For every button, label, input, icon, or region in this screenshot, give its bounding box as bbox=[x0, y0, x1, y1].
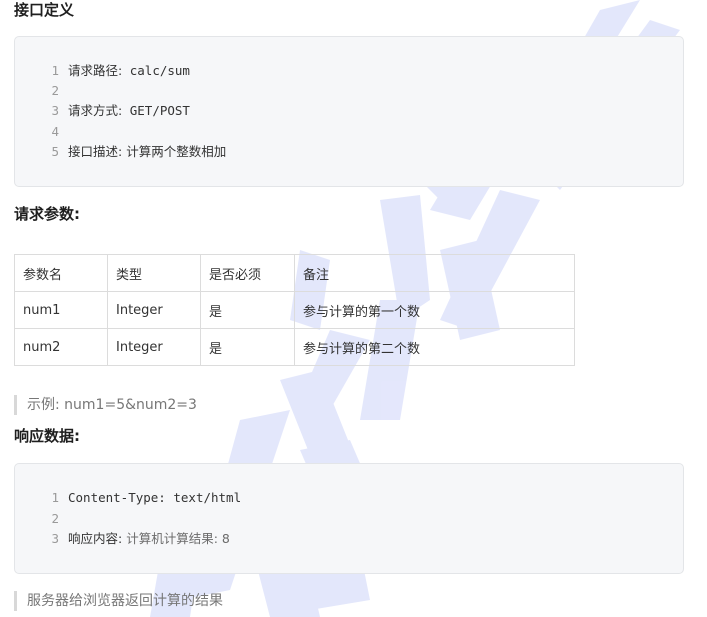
response-code-block: 1 Content-Type: text/html 2 3 响应内容: 计算机计算结… bbox=[14, 463, 684, 574]
table-cell: 是 bbox=[200, 328, 295, 366]
table-cell: Integer bbox=[107, 328, 201, 366]
code-line: 3 响应内容: 计算机计算结果: 8 bbox=[15, 529, 230, 549]
line-number: 2 bbox=[51, 511, 59, 526]
table-cell: 参与计算的第二个数 bbox=[294, 328, 575, 366]
code-label: 响应内容: bbox=[68, 531, 123, 546]
code-line: 5 接口描述: 计算两个整数相加 bbox=[15, 142, 226, 162]
table-cell: num1 bbox=[14, 291, 108, 329]
line-number: 3 bbox=[51, 103, 59, 118]
line-number: 3 bbox=[51, 531, 59, 546]
table-header-cell: 类型 bbox=[107, 254, 201, 292]
table-header-row: 参数名 类型 是否必须 备注 bbox=[14, 254, 575, 292]
code-line: 1 Content-Type: text/html bbox=[15, 488, 241, 508]
code-label: 请求方式: bbox=[68, 103, 123, 118]
code-line: 2 bbox=[15, 509, 68, 529]
code-value: text/html bbox=[165, 490, 242, 505]
code-line: 1 请求路径: calc/sum bbox=[15, 61, 190, 81]
table-cell: Integer bbox=[107, 291, 201, 329]
interface-code-block: 1 请求路径: calc/sum 2 3 请求方式: GET/POST 4 5 接口描… bbox=[14, 36, 684, 187]
table-header-cell: 是否必须 bbox=[200, 254, 295, 292]
table-row: num2 Integer 是 参与计算的第二个数 bbox=[14, 328, 575, 366]
code-line: 3 请求方式: GET/POST bbox=[15, 101, 190, 121]
code-value: GET/POST bbox=[122, 103, 190, 118]
params-table: 参数名 类型 是否必须 备注 num1 Integer 是 参与计算的第一个数 … bbox=[14, 254, 575, 366]
table-cell: num2 bbox=[14, 328, 108, 366]
code-label: 请求路径: bbox=[68, 63, 123, 78]
table-header-cell: 参数名 bbox=[14, 254, 108, 292]
code-label: 接口描述: bbox=[68, 144, 123, 159]
table-header-cell: 备注 bbox=[294, 254, 575, 292]
code-line: 2 bbox=[15, 81, 68, 101]
line-number: 2 bbox=[51, 83, 59, 98]
code-value: 计算两个整数相加 bbox=[122, 144, 227, 159]
code-value: calc/sum bbox=[122, 63, 190, 78]
line-number: 4 bbox=[51, 124, 59, 139]
response-data-title: 响应数据: bbox=[14, 427, 80, 445]
table-row: num1 Integer 是 参与计算的第一个数 bbox=[14, 291, 575, 329]
line-number: 1 bbox=[51, 490, 59, 505]
interface-definition-title: 接口定义 bbox=[14, 1, 75, 19]
table-cell: 参与计算的第一个数 bbox=[294, 291, 575, 329]
line-number: 1 bbox=[51, 63, 59, 78]
table-cell: 是 bbox=[200, 291, 295, 329]
request-params-title: 请求参数: bbox=[14, 205, 80, 223]
line-number: 5 bbox=[51, 144, 59, 159]
example-note: 示例: num1=5&num2=3 bbox=[14, 395, 197, 415]
response-note: 服务器给浏览器返回计算的结果 bbox=[14, 591, 223, 611]
code-value: 计算机计算结果: 8 bbox=[122, 531, 230, 546]
code-label: Content-Type: bbox=[68, 490, 166, 505]
code-line: 4 bbox=[15, 122, 68, 142]
